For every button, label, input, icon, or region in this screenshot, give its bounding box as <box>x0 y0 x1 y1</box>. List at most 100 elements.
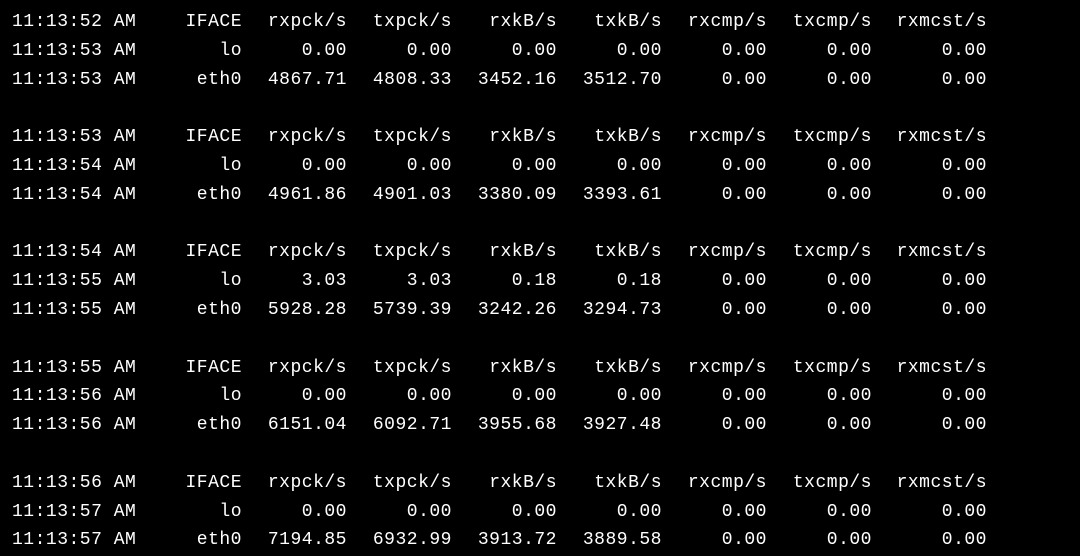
txkb-value: 3393.61 <box>557 181 662 210</box>
col-rxpck-header: rxpck/s <box>242 123 347 152</box>
txcmp-value: 0.00 <box>767 37 872 66</box>
txcmp-value: 0.00 <box>767 498 872 527</box>
txcmp-value: 0.00 <box>767 411 872 440</box>
rxpck-value: 5928.28 <box>242 296 347 325</box>
col-txcmp-header: txcmp/s <box>767 469 872 498</box>
rxkb-value: 0.00 <box>452 382 557 411</box>
col-txcmp-header: txcmp/s <box>767 123 872 152</box>
timestamp: 11:13:55 AM <box>12 296 147 325</box>
rxkb-value: 0.00 <box>452 498 557 527</box>
col-iface-header: IFACE <box>147 123 242 152</box>
col-rxpck-header: rxpck/s <box>242 8 347 37</box>
col-rxcmp-header: rxcmp/s <box>662 469 767 498</box>
timestamp: 11:13:53 AM <box>12 123 147 152</box>
rxmcst-value: 0.00 <box>872 37 987 66</box>
col-txpck-header: txpck/s <box>347 354 452 383</box>
col-rxmcst-header: rxmcst/s <box>872 123 987 152</box>
txkb-value: 3889.58 <box>557 526 662 555</box>
rxcmp-value: 0.00 <box>662 181 767 210</box>
iface-name: lo <box>147 152 242 181</box>
sar-data-row: 11:13:53 AMlo0.000.000.000.000.000.000.0… <box>12 37 1068 66</box>
col-txkb-header: txkB/s <box>557 354 662 383</box>
iface-name: eth0 <box>147 526 242 555</box>
col-txkb-header: txkB/s <box>557 8 662 37</box>
iface-name: lo <box>147 37 242 66</box>
timestamp: 11:13:56 AM <box>12 411 147 440</box>
rxmcst-value: 0.00 <box>872 382 987 411</box>
timestamp: 11:13:57 AM <box>12 526 147 555</box>
terminal-output: 11:13:52 AMIFACErxpck/stxpck/srxkB/stxkB… <box>12 8 1068 555</box>
sar-data-row: 11:13:56 AMlo0.000.000.000.000.000.000.0… <box>12 382 1068 411</box>
iface-name: eth0 <box>147 181 242 210</box>
txpck-value: 6932.99 <box>347 526 452 555</box>
timestamp: 11:13:57 AM <box>12 498 147 527</box>
blank-separator <box>12 325 1068 354</box>
rxpck-value: 0.00 <box>242 37 347 66</box>
rxcmp-value: 0.00 <box>662 267 767 296</box>
timestamp: 11:13:55 AM <box>12 354 147 383</box>
col-rxcmp-header: rxcmp/s <box>662 8 767 37</box>
col-txcmp-header: txcmp/s <box>767 238 872 267</box>
timestamp: 11:13:54 AM <box>12 238 147 267</box>
iface-name: lo <box>147 498 242 527</box>
col-txpck-header: txpck/s <box>347 8 452 37</box>
txkb-value: 0.18 <box>557 267 662 296</box>
txcmp-value: 0.00 <box>767 296 872 325</box>
txkb-value: 3294.73 <box>557 296 662 325</box>
sar-header-row: 11:13:56 AMIFACErxpck/stxpck/srxkB/stxkB… <box>12 469 1068 498</box>
col-txpck-header: txpck/s <box>347 123 452 152</box>
col-rxpck-header: rxpck/s <box>242 469 347 498</box>
col-txpck-header: txpck/s <box>347 238 452 267</box>
txpck-value: 0.00 <box>347 152 452 181</box>
txpck-value: 5739.39 <box>347 296 452 325</box>
rxmcst-value: 0.00 <box>872 267 987 296</box>
txcmp-value: 0.00 <box>767 526 872 555</box>
rxkb-value: 3955.68 <box>452 411 557 440</box>
rxcmp-value: 0.00 <box>662 498 767 527</box>
rxpck-value: 4867.71 <box>242 66 347 95</box>
rxmcst-value: 0.00 <box>872 526 987 555</box>
txcmp-value: 0.00 <box>767 181 872 210</box>
txpck-value: 6092.71 <box>347 411 452 440</box>
sar-data-row: 11:13:54 AMlo0.000.000.000.000.000.000.0… <box>12 152 1068 181</box>
blank-separator <box>12 210 1068 239</box>
timestamp: 11:13:52 AM <box>12 8 147 37</box>
col-iface-header: IFACE <box>147 8 242 37</box>
col-rxkb-header: rxkB/s <box>452 8 557 37</box>
col-txcmp-header: txcmp/s <box>767 8 872 37</box>
rxcmp-value: 0.00 <box>662 411 767 440</box>
txkb-value: 3512.70 <box>557 66 662 95</box>
col-iface-header: IFACE <box>147 238 242 267</box>
txkb-value: 0.00 <box>557 382 662 411</box>
iface-name: lo <box>147 267 242 296</box>
col-rxkb-header: rxkB/s <box>452 238 557 267</box>
timestamp: 11:13:54 AM <box>12 181 147 210</box>
col-iface-header: IFACE <box>147 354 242 383</box>
rxpck-value: 6151.04 <box>242 411 347 440</box>
col-rxmcst-header: rxmcst/s <box>872 8 987 37</box>
sar-data-row: 11:13:57 AMlo0.000.000.000.000.000.000.0… <box>12 498 1068 527</box>
sar-header-row: 11:13:54 AMIFACErxpck/stxpck/srxkB/stxkB… <box>12 238 1068 267</box>
iface-name: lo <box>147 382 242 411</box>
rxcmp-value: 0.00 <box>662 382 767 411</box>
rxpck-value: 0.00 <box>242 498 347 527</box>
rxpck-value: 7194.85 <box>242 526 347 555</box>
sar-data-row: 11:13:55 AMeth05928.285739.393242.263294… <box>12 296 1068 325</box>
col-rxcmp-header: rxcmp/s <box>662 238 767 267</box>
sar-header-row: 11:13:53 AMIFACErxpck/stxpck/srxkB/stxkB… <box>12 123 1068 152</box>
rxcmp-value: 0.00 <box>662 37 767 66</box>
rxmcst-value: 0.00 <box>872 152 987 181</box>
txpck-value: 4901.03 <box>347 181 452 210</box>
rxkb-value: 3380.09 <box>452 181 557 210</box>
col-rxcmp-header: rxcmp/s <box>662 123 767 152</box>
rxmcst-value: 0.00 <box>872 296 987 325</box>
rxkb-value: 0.00 <box>452 37 557 66</box>
rxcmp-value: 0.00 <box>662 526 767 555</box>
sar-header-row: 11:13:55 AMIFACErxpck/stxpck/srxkB/stxkB… <box>12 354 1068 383</box>
timestamp: 11:13:53 AM <box>12 37 147 66</box>
col-rxcmp-header: rxcmp/s <box>662 354 767 383</box>
col-iface-header: IFACE <box>147 469 242 498</box>
col-rxkb-header: rxkB/s <box>452 469 557 498</box>
txcmp-value: 0.00 <box>767 267 872 296</box>
txcmp-value: 0.00 <box>767 152 872 181</box>
